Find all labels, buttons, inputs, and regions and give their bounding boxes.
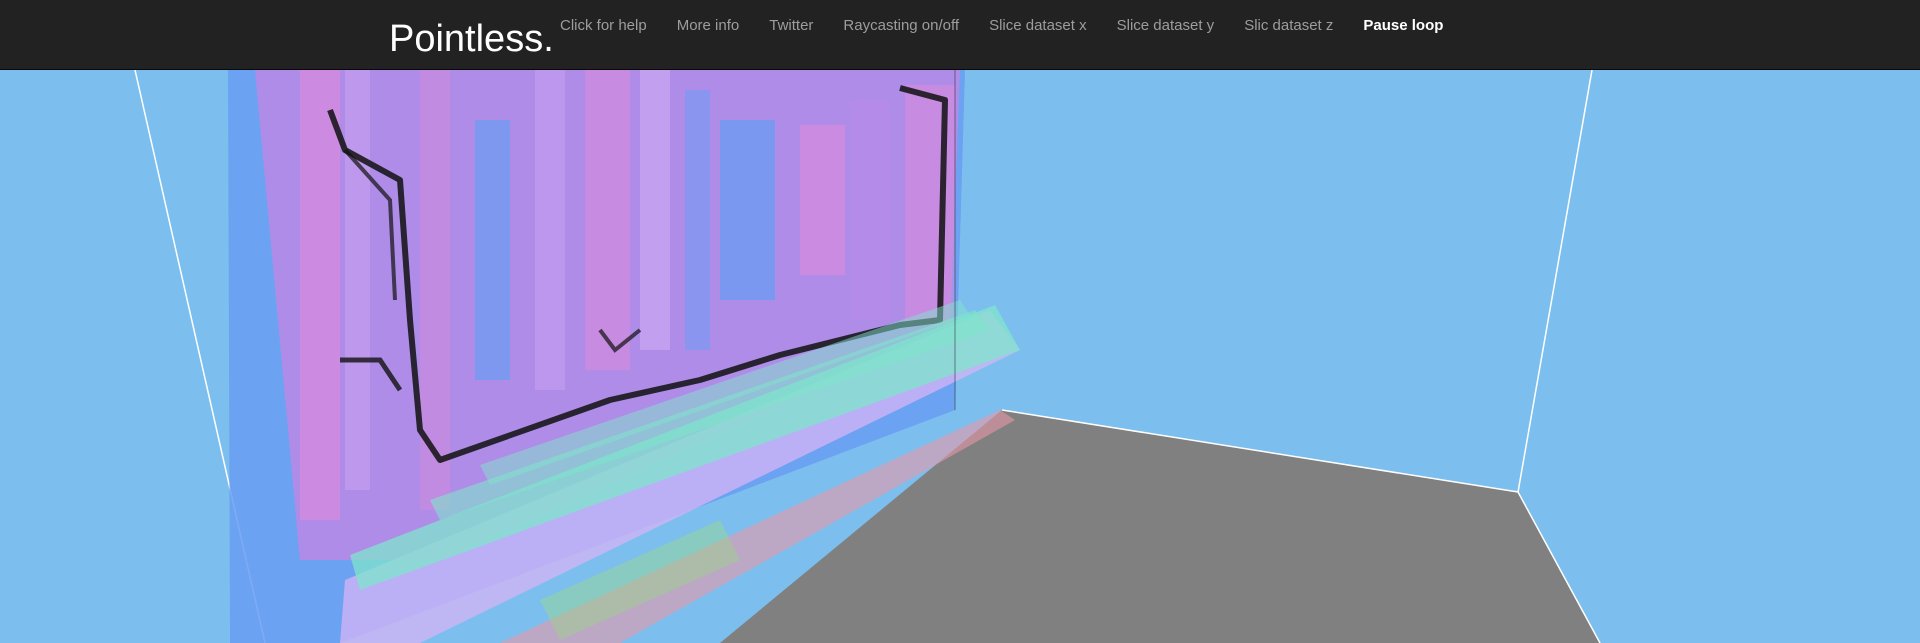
nav-item-pause-loop[interactable]: Pause loop bbox=[1348, 17, 1458, 34]
3d-viewport-canvas[interactable] bbox=[0, 0, 1920, 643]
nav-item-slice-x[interactable]: Slice dataset x bbox=[974, 17, 1102, 34]
nav-item-help[interactable]: Click for help bbox=[545, 17, 662, 34]
nav-item-slice-z[interactable]: Slic dataset z bbox=[1229, 17, 1348, 34]
nav-item-raycasting-toggle[interactable]: Raycasting on/off bbox=[828, 17, 974, 34]
nav-item-more-info[interactable]: More info bbox=[662, 17, 755, 34]
top-navbar: Pointless. Click for help More info Twit… bbox=[0, 0, 1920, 70]
nav-menu: Click for help More info Twitter Raycast… bbox=[545, 0, 1458, 50]
brand-logo[interactable]: Pointless. bbox=[389, 16, 554, 62]
nav-item-twitter[interactable]: Twitter bbox=[754, 17, 828, 34]
nav-item-slice-y[interactable]: Slice dataset y bbox=[1102, 17, 1230, 34]
